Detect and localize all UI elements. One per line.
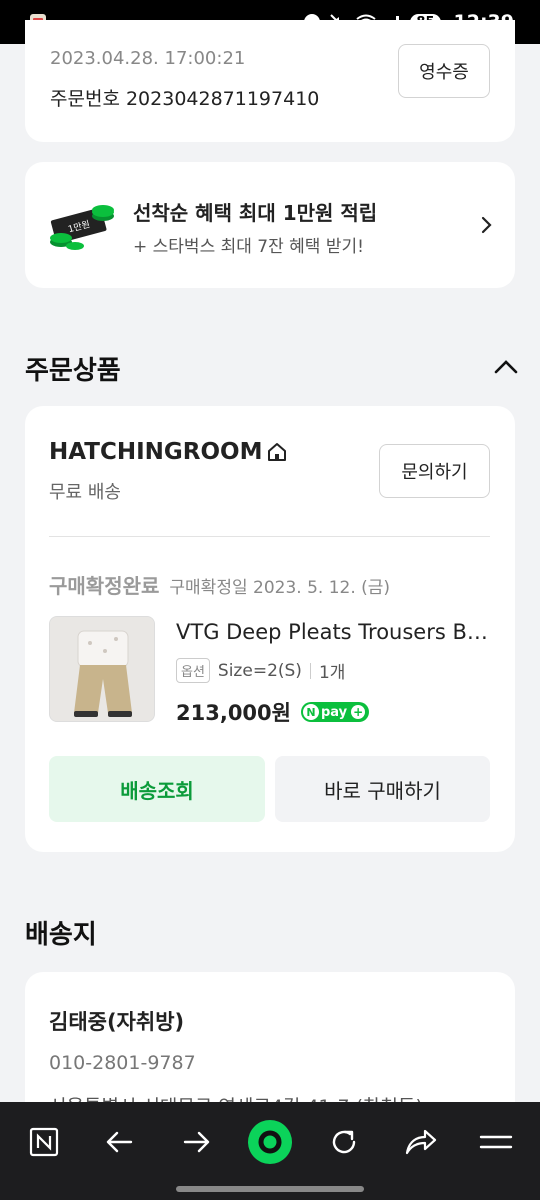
npay-label: pay (320, 704, 348, 720)
menu-icon[interactable] (474, 1120, 518, 1164)
inquiry-button[interactable]: 문의하기 (379, 444, 490, 498)
naver-n-icon: N (302, 704, 319, 720)
option-value: Size=2(S) (217, 660, 302, 681)
money-stack-icon: 1만원 (50, 205, 114, 250)
product-name[interactable]: VTG Deep Pleats Trousers Beige (176, 620, 490, 644)
npay-plus-badge: N pay + (300, 702, 370, 722)
quantity: 1개 (318, 663, 346, 683)
product-thumbnail[interactable] (49, 616, 155, 722)
confirm-date: 구매확정일 2023. 5. 12. (금) (169, 578, 391, 598)
order-info-card: 2023.04.28. 17:00:21 주문번호 20230428711974… (25, 20, 515, 142)
promo-banner[interactable]: 1만원 선착순 혜택 최대 1만원 적립 + 스타벅스 최대 7잔 혜택 받기! (25, 162, 515, 288)
shipping-address-title: 배송지 (25, 920, 97, 950)
order-item-card: HATCHINGROOM 무료 배송 문의하기 구매확정완료 구매확정일 202… (25, 406, 515, 852)
recipient-phone: 010-2801-9787 (49, 1052, 196, 1074)
promo-title: 선착순 혜택 최대 1만원 적립 (133, 201, 378, 225)
plus-icon: + (351, 705, 366, 719)
promo-subtitle: + 스타벅스 최대 7잔 혜택 받기! (133, 237, 364, 257)
product-price: 213,000원 (176, 701, 291, 725)
store-home-icon (268, 443, 287, 461)
refresh-icon[interactable] (322, 1120, 366, 1164)
chevron-right-icon (481, 216, 492, 234)
recipient-name: 김태중(자취방) (49, 1010, 185, 1034)
product-option-line: 옵션 Size=2(S) 1개 (176, 658, 345, 683)
divider (49, 536, 490, 537)
shipping-fee: 무료 배송 (49, 482, 121, 503)
receipt-button[interactable]: 영수증 (398, 44, 490, 98)
order-items-title: 주문상품 (25, 356, 121, 386)
option-separator (309, 662, 311, 679)
seller-name[interactable]: HATCHINGROOM (49, 439, 288, 465)
order-number: 주문번호 2023042871197410 (50, 88, 320, 110)
buy-again-button[interactable]: 바로 구매하기 (275, 756, 490, 822)
option-tag: 옵션 (176, 658, 210, 683)
forward-arrow-icon[interactable] (174, 1120, 218, 1164)
product-image (50, 617, 154, 721)
naver-home-icon[interactable] (22, 1120, 66, 1164)
gesture-home-bar[interactable] (176, 1186, 364, 1192)
back-arrow-icon[interactable] (98, 1120, 142, 1164)
status-label: 구매확정완료 (49, 574, 160, 598)
chevron-up-icon[interactable] (492, 356, 520, 378)
green-dot-icon[interactable] (248, 1120, 292, 1164)
order-status-line: 구매확정완료 구매확정일 2023. 5. 12. (금) (49, 570, 390, 599)
price-line: 213,000원 N pay + (176, 697, 370, 727)
track-delivery-button[interactable]: 배송조회 (49, 756, 265, 822)
seller-name-label: HATCHINGROOM (49, 439, 263, 465)
share-icon[interactable] (398, 1120, 442, 1164)
order-date: 2023.04.28. 17:00:21 (50, 48, 246, 69)
